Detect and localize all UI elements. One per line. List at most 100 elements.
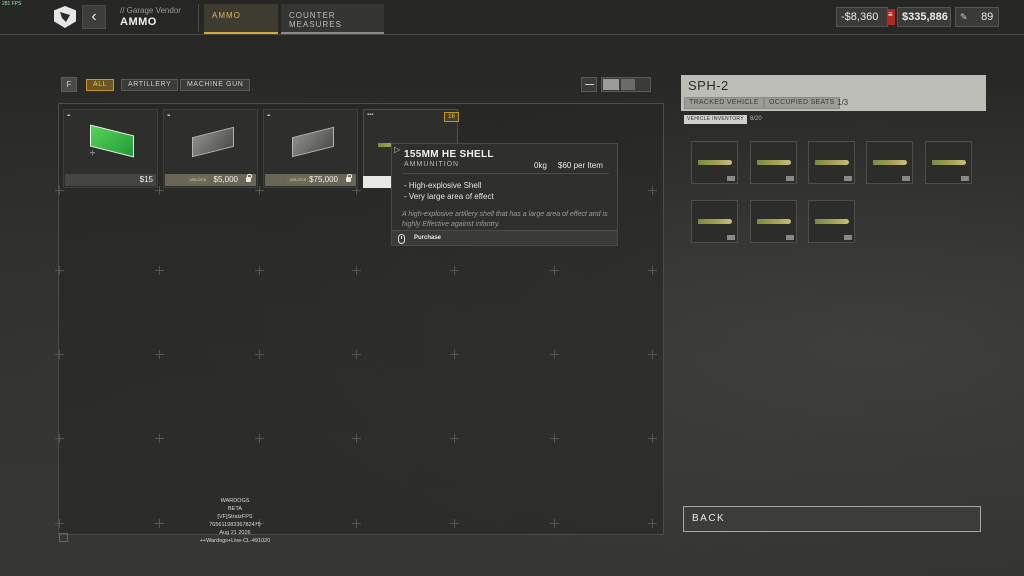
shell-icon	[873, 160, 907, 165]
grid-cross-marker	[55, 434, 64, 443]
purchase-action[interactable]: Purchase	[391, 230, 618, 246]
item-price: $75,000	[309, 175, 338, 184]
vehicle-inventory-slot[interactable]	[866, 141, 913, 184]
vehicle-inventory-slot[interactable]	[691, 141, 738, 184]
item-card-3[interactable]: ▪▪ UNLOCK $75,000	[263, 109, 358, 188]
grip-icon: ▪▪▪	[367, 112, 374, 118]
purchase-label: Purchase	[414, 235, 442, 241]
top-bar: ‹ // Garage Vendor AMMO AMMO COUNTER MEA…	[0, 0, 1024, 36]
grid-cross-marker	[450, 519, 459, 528]
vehicle-category: TRACKED VEHICLE	[684, 97, 764, 109]
tooltip-price-per-item: $60 per Item	[558, 161, 603, 170]
header-divider	[198, 4, 199, 32]
shell-icon	[815, 160, 849, 165]
price-row: UNLOCK $5,000	[165, 174, 256, 186]
slot-count-badge	[727, 176, 735, 181]
alert-tag-icon	[887, 9, 895, 25]
tooltip-divider	[402, 173, 609, 174]
grid-cross-marker	[550, 350, 559, 359]
build-info: WARDOGS BETA [VF]StratzFPS 7656119833678…	[186, 497, 284, 545]
grid-cross-marker	[55, 266, 64, 275]
item-card-2[interactable]: ▪▪ UNLOCK $5,000	[163, 109, 258, 188]
vehicle-inventory-slot[interactable]	[808, 200, 855, 243]
grid-cross-marker	[450, 434, 459, 443]
grid-cross-marker	[255, 266, 264, 275]
grip-icon: ▪▪	[267, 113, 270, 119]
grid-cross-marker	[155, 266, 164, 275]
filter-machine-gun[interactable]: MACHINE GUN	[180, 79, 251, 91]
grid-cross-marker	[450, 266, 459, 275]
shell-icon	[815, 219, 849, 224]
vehicle-inventory-slot[interactable]	[750, 141, 797, 184]
item-tooltip: ▷ 155MM HE SHELL AMMUNITION 0kg $60 per …	[391, 143, 618, 231]
filter-all[interactable]: ALL	[86, 79, 115, 91]
points-value: 89	[981, 11, 994, 23]
vehicle-inventory-slot[interactable]	[750, 200, 797, 243]
back-arrow-button[interactable]: ‹	[82, 5, 106, 29]
tab-counter-measures[interactable]: COUNTER MEASURES	[281, 4, 384, 34]
grid-cross-marker	[352, 434, 361, 443]
tab-ammo[interactable]: AMMO	[204, 4, 278, 34]
grid-cross-marker	[648, 350, 657, 359]
view-mode-toggle[interactable]	[601, 77, 651, 92]
filter-artillery[interactable]: ARTILLERY	[121, 79, 179, 91]
build-line: 76561198336782475	[209, 522, 261, 528]
grid-cross-marker	[648, 434, 657, 443]
grey-ammo-box-icon	[182, 124, 240, 164]
game-logo-icon	[54, 6, 76, 28]
grid-view-icon[interactable]	[603, 79, 619, 90]
price-row: $15	[65, 174, 156, 186]
tooltip-weight: 0kg	[534, 161, 547, 170]
grid-cross-marker	[550, 434, 559, 443]
grid-cross-marker	[550, 266, 559, 275]
grip-icon: ▪▪	[167, 113, 170, 119]
grid-cross-marker	[550, 519, 559, 528]
grip-icon: ▪▪	[67, 113, 70, 119]
vehicle-inventory-slot[interactable]	[808, 141, 855, 184]
grid-cross-marker	[648, 186, 657, 195]
unlock-tag: UNLOCK	[287, 176, 309, 184]
build-line: [VF]StratzFPS	[217, 514, 253, 520]
grid-cross-marker	[255, 350, 264, 359]
filter-hotkey[interactable]: F	[61, 77, 77, 92]
vehicle-name: SPH-2	[688, 78, 729, 93]
grey-ammo-box-icon	[282, 124, 340, 164]
build-line: Aug 21 2026	[219, 530, 251, 536]
cursor-icon: ▷	[394, 145, 401, 154]
seats-label: OCCUPIED SEATS	[764, 97, 840, 109]
vehicle-inventory-slot[interactable]	[925, 141, 972, 184]
vehicle-inventory-count: 8/20	[750, 116, 762, 122]
lock-icon	[246, 174, 252, 182]
balance: $335,886	[897, 7, 951, 27]
item-card-1[interactable]: ▪▪ ÷ $15	[63, 109, 158, 188]
grid-cross-marker	[648, 266, 657, 275]
page-title: AMMO	[120, 16, 157, 28]
item-price: $15	[139, 175, 153, 184]
grid-cross-marker	[155, 519, 164, 528]
quantity-badge: 16	[444, 112, 459, 122]
shell-icon	[698, 219, 732, 224]
slot-count-badge	[902, 176, 910, 181]
grid-cross-marker	[155, 350, 164, 359]
tooltip-feature: - Very large area of effect	[404, 192, 494, 201]
shell-icon	[698, 160, 732, 165]
tooltip-feature: - High-explosive Shell	[404, 181, 482, 190]
price-row: UNLOCK $75,000	[265, 174, 356, 186]
grid-cross-marker	[55, 519, 64, 528]
slot-count-badge	[786, 176, 794, 181]
tooltip-title: 155MM HE SHELL	[404, 149, 494, 160]
build-line: WARDOGS	[220, 498, 250, 504]
unlock-tag: UNLOCK	[187, 176, 209, 184]
cost-delta: -$8,360	[836, 7, 888, 27]
vehicle-inventory-label: VEHICLE INVENTORY	[684, 115, 747, 124]
grid-cross-marker	[352, 519, 361, 528]
seats-value: 1/3	[837, 98, 849, 107]
tooltip-description: A high-explosive artillery shell that ha…	[402, 211, 608, 228]
vehicle-inventory-slot[interactable]	[691, 200, 738, 243]
grid-cross-marker	[155, 434, 164, 443]
collapse-view-button[interactable]	[581, 77, 597, 92]
list-view-icon[interactable]	[621, 79, 635, 90]
back-button[interactable]: BACK	[683, 506, 981, 532]
slot-count-badge	[961, 176, 969, 181]
points-box: ✎ 89	[955, 7, 999, 27]
